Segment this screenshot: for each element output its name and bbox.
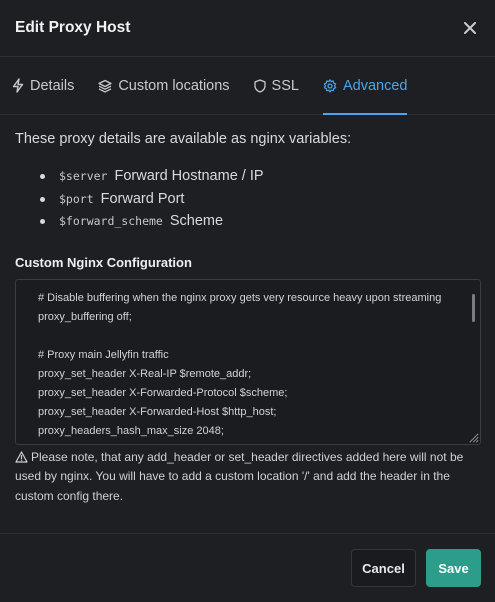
list-item: $forward_scheme Scheme: [40, 210, 480, 233]
config-line: # Proxy main Jellyfin traffic: [38, 348, 169, 361]
list-item: $port Forward Port: [40, 188, 480, 211]
tab-label: Advanced: [342, 77, 408, 94]
layers-icon: [98, 79, 112, 93]
modal-footer: Cancel Save: [0, 533, 495, 602]
modal-title: Edit Proxy Host: [15, 19, 131, 36]
warning-note: Please note, that any add_header or set_…: [15, 448, 481, 507]
close-button[interactable]: [461, 19, 479, 37]
tab-label: Details: [30, 77, 75, 94]
tab-bar: Details Custom locations SSL Advanced: [0, 57, 495, 115]
variables-intro: These proxy details are available as ngi…: [15, 131, 352, 147]
resize-handle-icon[interactable]: [467, 431, 479, 443]
cancel-button[interactable]: Cancel: [351, 549, 416, 587]
note-line: used by nginx. You will have to add a cu…: [15, 469, 450, 483]
variable-name: $port: [59, 191, 94, 206]
edit-proxy-host-modal: Edit Proxy Host Details Custom locations: [0, 0, 495, 602]
config-text: # Disable buffering when the nginx proxy…: [16, 280, 480, 442]
config-line: [38, 327, 480, 346]
modal-header: Edit Proxy Host: [0, 0, 495, 57]
scrollbar-thumb[interactable]: [472, 293, 475, 322]
close-icon: [464, 22, 476, 34]
tab-custom-locations[interactable]: Custom locations: [98, 57, 230, 114]
warning-icon: [15, 450, 28, 463]
config-line: proxy_buffering off;: [38, 310, 132, 323]
variable-description: Forward Port: [100, 190, 185, 207]
config-line: proxy_set_header X-Forwarded-Host $http_…: [38, 406, 277, 419]
tab-ssl[interactable]: SSL: [253, 57, 299, 114]
config-label: Custom Nginx Configuration: [15, 254, 192, 270]
list-item: $server Forward Hostname / IP: [40, 165, 480, 188]
config-line: proxy_set_header X-Real-IP $remote_addr;: [38, 367, 252, 380]
variable-description: Scheme: [169, 213, 224, 230]
config-line: proxy_headers_hash_max_size 2048;: [38, 425, 224, 438]
tab-label: SSL: [271, 77, 299, 94]
tab-details[interactable]: Details: [12, 57, 74, 114]
variable-name: $server: [59, 169, 108, 184]
bolt-icon: [12, 78, 24, 93]
tab-advanced[interactable]: Advanced: [322, 57, 408, 115]
config-line: proxy_set_header X-Forwarded-Protocol $s…: [38, 386, 288, 399]
shield-icon: [253, 78, 266, 93]
save-button[interactable]: Save: [426, 549, 481, 587]
note-line: Please note, that any add_header or set_…: [31, 449, 464, 464]
variable-description: Forward Hostname / IP: [114, 168, 264, 185]
variable-name: $forward_scheme: [59, 214, 163, 229]
note-line: custom config there.: [15, 488, 124, 503]
gear-icon: [323, 78, 337, 93]
nginx-config-textarea[interactable]: # Disable buffering when the nginx proxy…: [15, 278, 481, 445]
config-line: # Disable buffering when the nginx proxy…: [38, 291, 442, 304]
advanced-panel: These proxy details are available as ngi…: [0, 115, 495, 506]
tab-label: Custom locations: [118, 77, 230, 94]
variables-list: $server Forward Hostname / IP $port Forw…: [15, 165, 480, 233]
